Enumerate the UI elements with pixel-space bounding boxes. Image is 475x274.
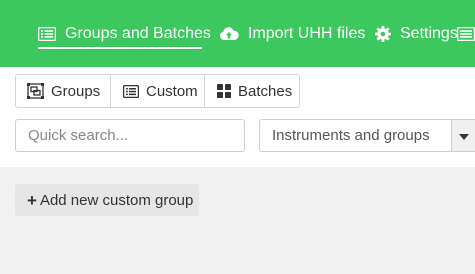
cloud-upload-icon bbox=[219, 26, 239, 41]
gear-icon bbox=[375, 25, 391, 42]
quick-search-input[interactable] bbox=[15, 119, 245, 152]
tab-groups[interactable]: Groups bbox=[16, 75, 110, 107]
tab-custom-label: Custom bbox=[146, 82, 198, 100]
select-value: Instruments and groups bbox=[272, 127, 430, 144]
object-group-icon bbox=[27, 83, 44, 99]
view-tabs: Groups Custom Batches bbox=[15, 74, 300, 108]
nav-overflow-item[interactable] bbox=[457, 0, 475, 67]
tab-batches[interactable]: Batches bbox=[204, 75, 299, 107]
nav-settings-label: Settings bbox=[400, 24, 458, 42]
list-alt-icon bbox=[123, 84, 139, 98]
active-underline bbox=[38, 47, 202, 49]
add-custom-group-button[interactable]: + Add new custom group bbox=[15, 184, 199, 216]
add-custom-group-label: Add new custom group bbox=[39, 191, 194, 209]
plus-icon: + bbox=[27, 190, 37, 210]
instruments-groups-select[interactable]: Instruments and groups bbox=[259, 119, 451, 152]
caret-down-icon bbox=[458, 127, 469, 145]
top-navbar: Groups and Batches Import UHH files Sett… bbox=[0, 0, 475, 67]
list-icon bbox=[457, 26, 475, 41]
tab-groups-label: Groups bbox=[51, 82, 101, 100]
nav-import-label: Import UHH files bbox=[248, 24, 366, 42]
tab-custom[interactable]: Custom bbox=[110, 75, 204, 107]
nav-import-uhh-files[interactable]: Import UHH files bbox=[219, 0, 365, 67]
select-dropdown-toggle[interactable] bbox=[451, 119, 475, 152]
tab-batches-label: Batches bbox=[238, 82, 293, 100]
nav-groups-and-batches[interactable]: Groups and Batches bbox=[38, 0, 211, 67]
nav-settings[interactable]: Settings bbox=[375, 0, 458, 67]
list-icon bbox=[38, 26, 56, 41]
nav-groups-label: Groups and Batches bbox=[65, 24, 211, 42]
toolbar-panel: Groups Custom Batches Quick search... In… bbox=[0, 67, 475, 167]
th-large-icon bbox=[217, 84, 231, 98]
